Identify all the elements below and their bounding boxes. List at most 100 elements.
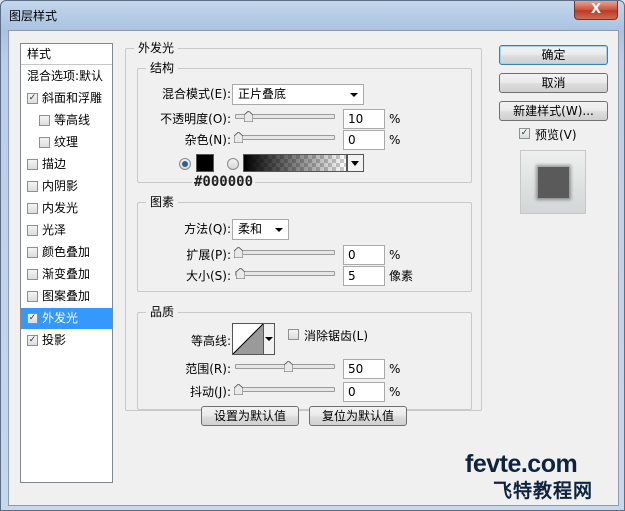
- new-style-button[interactable]: 新建样式(W)...: [499, 101, 608, 121]
- jitter-slider-track[interactable]: [235, 387, 335, 392]
- reset-default-button[interactable]: 复位为默认值: [309, 406, 407, 426]
- opacity-input[interactable]: 10: [343, 109, 385, 129]
- watermark-site-name: 飞特教程网: [493, 480, 594, 502]
- blend-mode-select[interactable]: 正片叠底: [232, 84, 364, 105]
- spread-slider-track[interactable]: [235, 250, 335, 255]
- sidebar-item-label: 斜面和浮雕: [42, 91, 103, 105]
- gradient-radio[interactable]: [227, 158, 239, 170]
- size-label: 大小(S):: [185, 269, 231, 283]
- contour-dropdown-button[interactable]: [264, 323, 275, 355]
- contour-curve-icon: [232, 323, 264, 355]
- size-slider-track[interactable]: [235, 271, 335, 276]
- sidebar-item[interactable]: ✓ 外发光: [21, 308, 112, 329]
- sidebar-item[interactable]: 混合选项:默认: [21, 66, 112, 87]
- sidebar-item[interactable]: 光泽: [21, 220, 112, 241]
- sidebar-item[interactable]: 等高线: [21, 110, 112, 131]
- anti-alias-label: 消除锯齿(L): [304, 329, 369, 343]
- sidebar-item[interactable]: ✓ 投影: [21, 330, 112, 351]
- sidebar-item-checkbox[interactable]: ✓: [27, 93, 38, 104]
- title-bar[interactable]: 图层样式 X: [1, 1, 624, 29]
- sidebar-item-checkbox[interactable]: [27, 247, 38, 258]
- sidebar-item[interactable]: 纹理: [21, 132, 112, 153]
- layer-style-dialog: 图层样式 X 样式 混合选项:默认 ✓ 斜面和浮雕等高线纹理描边内阴影内发光光泽颜色…: [0, 0, 625, 511]
- chevron-down-icon: [265, 337, 273, 341]
- sidebar-item-label: 颜色叠加: [42, 245, 91, 259]
- glow-color-swatch[interactable]: [196, 154, 214, 172]
- opacity-slider-thumb[interactable]: [244, 111, 253, 122]
- blend-mode-label: 混合模式(E):: [162, 87, 231, 101]
- elements-group: 图素 方法(Q): 柔和 扩展(P): 0 % 大小(S): 5 像素: [137, 195, 472, 292]
- sidebar-item-label: 描边: [42, 157, 67, 171]
- dialog-client-area: 样式 混合选项:默认 ✓ 斜面和浮雕 等高线 纹理 描边 内阴影 内发光 光泽 颜色叠加 渐变叠加图…: [8, 30, 619, 506]
- styles-header[interactable]: 样式: [21, 44, 112, 65]
- noise-slider-thumb[interactable]: [234, 132, 243, 143]
- sidebar-item-label: 投影: [42, 333, 67, 347]
- noise-input[interactable]: 0: [343, 130, 385, 150]
- sidebar-item-checkbox[interactable]: [27, 291, 38, 302]
- technique-select[interactable]: 柔和: [232, 219, 289, 240]
- sidebar-item-checkbox[interactable]: [27, 225, 38, 236]
- cancel-button[interactable]: 取消: [499, 73, 608, 93]
- blend-mode-value: 正片叠底: [238, 87, 287, 101]
- gradient-dropdown-button[interactable]: [347, 154, 364, 172]
- sidebar-item-checkbox[interactable]: [39, 137, 50, 148]
- sidebar-item-checkbox[interactable]: [27, 181, 38, 192]
- structure-title: 结构: [146, 61, 179, 75]
- sidebar-item-label: 图案叠加: [42, 289, 91, 303]
- outer-glow-title: 外发光: [134, 41, 179, 55]
- opacity-label: 不透明度(O):: [160, 112, 231, 126]
- sidebar-item-checkbox[interactable]: [27, 159, 38, 170]
- contour-preview[interactable]: [232, 323, 264, 355]
- jitter-input[interactable]: 0: [343, 382, 385, 402]
- spread-input[interactable]: 0: [343, 245, 385, 265]
- preview-checkbox[interactable]: ✓: [519, 128, 530, 139]
- technique-label: 方法(Q):: [184, 222, 231, 236]
- preview-swatch: [538, 167, 569, 198]
- sidebar-item[interactable]: 渐变叠加: [21, 264, 112, 285]
- spread-slider-thumb[interactable]: [234, 247, 243, 258]
- noise-slider-track[interactable]: [235, 135, 335, 140]
- spread-label: 扩展(P):: [186, 248, 231, 262]
- sidebar-item-checkbox[interactable]: [27, 269, 38, 280]
- ok-button[interactable]: 确定: [499, 45, 608, 65]
- sidebar-item[interactable]: 描边: [21, 154, 112, 175]
- sidebar-item-label: 混合选项:默认: [27, 69, 104, 83]
- sidebar-item-checkbox[interactable]: ✓: [27, 335, 38, 346]
- sidebar-item-checkbox[interactable]: [27, 203, 38, 214]
- anti-alias-checkbox[interactable]: [288, 329, 299, 340]
- size-slider-thumb[interactable]: [236, 268, 245, 279]
- range-label: 范围(R):: [185, 362, 231, 376]
- solid-color-radio[interactable]: [179, 158, 191, 170]
- sidebar-item-label: 光泽: [42, 223, 67, 237]
- preview-label: 预览(V): [535, 128, 577, 142]
- style-preview: [520, 150, 586, 214]
- set-default-button[interactable]: 设置为默认值: [201, 406, 299, 426]
- sidebar-item[interactable]: 内发光: [21, 198, 112, 219]
- range-unit: %: [389, 362, 401, 376]
- gradient-swatch[interactable]: [243, 154, 347, 172]
- size-input[interactable]: 5: [343, 266, 385, 286]
- range-input[interactable]: 50: [343, 359, 385, 379]
- outer-glow-panel: 外发光 结构 混合模式(E): 正片叠底 不透明度(O): 10 % 杂色(N)…: [125, 41, 482, 411]
- technique-value: 柔和: [238, 222, 263, 236]
- sidebar-item-label: 内发光: [42, 201, 79, 215]
- sidebar-item[interactable]: 内阴影: [21, 176, 112, 197]
- sidebar-item-label: 纹理: [54, 135, 79, 149]
- structure-group: 结构 混合模式(E): 正片叠底 不透明度(O): 10 % 杂色(N): 0 …: [137, 61, 472, 189]
- close-button[interactable]: X: [574, 1, 618, 20]
- range-slider-thumb[interactable]: [284, 361, 293, 372]
- opacity-unit: %: [389, 112, 401, 126]
- sidebar-item[interactable]: 颜色叠加: [21, 242, 112, 263]
- watermark-domain: fevte.com: [465, 450, 578, 478]
- sidebar-item-label: 内阴影: [42, 179, 79, 193]
- noise-label: 杂色(N):: [184, 133, 231, 147]
- sidebar-item-checkbox[interactable]: [39, 115, 50, 126]
- contour-label: 等高线:: [190, 334, 231, 348]
- styles-list: 样式 混合选项:默认 ✓ 斜面和浮雕等高线纹理描边内阴影内发光光泽颜色叠加渐变叠加图…: [20, 43, 113, 483]
- sidebar-item-label: 外发光: [42, 311, 79, 325]
- sidebar-item-checkbox[interactable]: ✓: [27, 313, 38, 324]
- jitter-slider-thumb[interactable]: [234, 384, 243, 395]
- sidebar-item[interactable]: ✓ 斜面和浮雕: [21, 88, 112, 109]
- sidebar-item[interactable]: 图案叠加: [21, 286, 112, 307]
- quality-title: 品质: [146, 305, 179, 319]
